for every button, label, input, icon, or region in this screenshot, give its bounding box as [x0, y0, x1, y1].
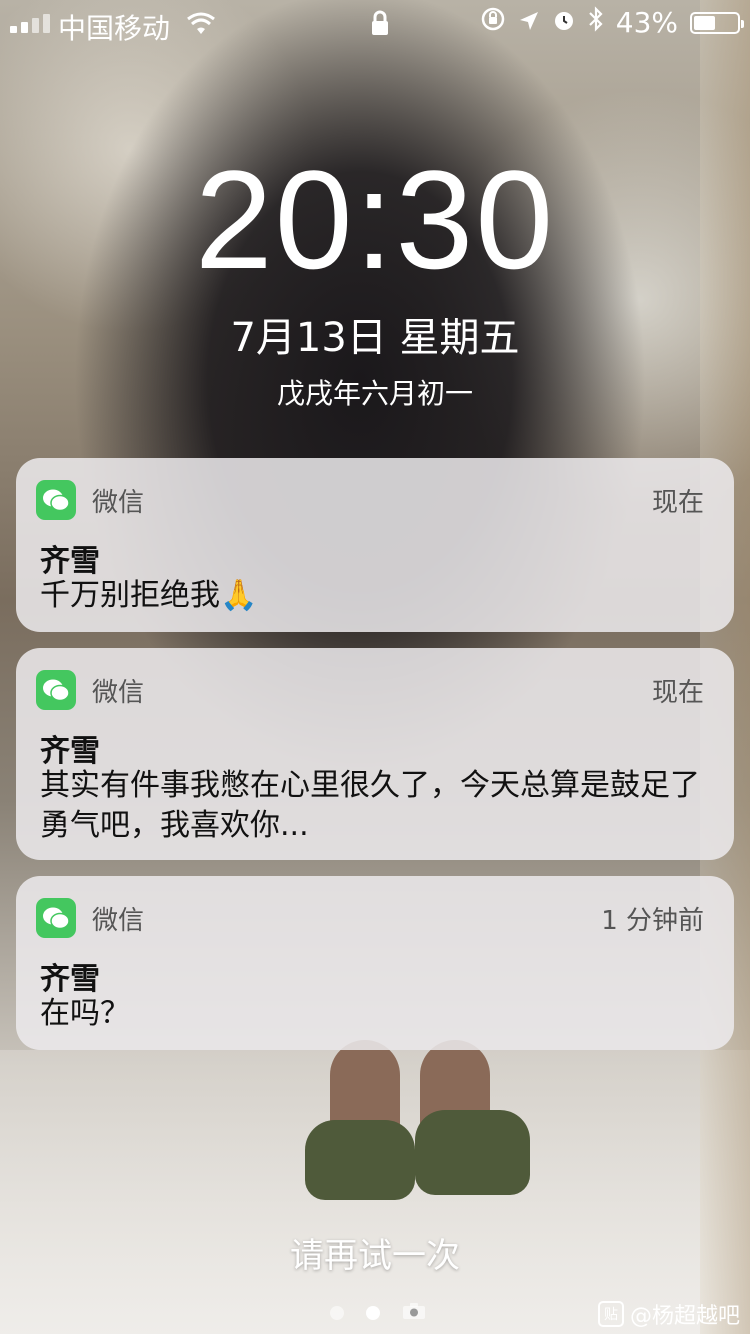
notification-app-name: 微信 — [92, 906, 145, 936]
watermark: 贴 @杨超越吧 — [597, 1298, 740, 1330]
wallpaper-sandal-left — [305, 1120, 415, 1200]
watermark-text: @杨超越吧 — [629, 1304, 740, 1329]
carrier-name: 中国移动 — [58, 12, 171, 45]
orientation-lock-icon — [480, 6, 506, 39]
notification-time: 1 分钟前 — [601, 906, 704, 936]
alarm-icon — [552, 6, 576, 39]
notification-card[interactable]: 微信 1 分钟前 齐雪 在吗？ — [16, 876, 734, 1050]
page-dot-active[interactable] — [366, 1306, 380, 1320]
tieba-logo-icon: 贴 — [597, 1301, 624, 1327]
signal-icon — [10, 14, 50, 33]
notification-sender: 齐雪 — [40, 734, 100, 769]
page-dot[interactable] — [330, 1306, 344, 1320]
notification-sender: 齐雪 — [40, 544, 100, 579]
notification-sender: 齐雪 — [40, 962, 100, 997]
lock-screen-time: 20:30 — [194, 141, 556, 298]
lock-icon — [370, 10, 390, 43]
wechat-icon — [36, 480, 76, 520]
lock-screen-date: 7月13日 星期五 — [230, 315, 520, 361]
wallpaper-sandal-right — [415, 1110, 530, 1195]
status-bar: 中国移动 43% — [0, 0, 750, 50]
wechat-icon — [36, 670, 76, 710]
battery-percent: 43% — [615, 6, 678, 39]
notification-message: 其实有件事我憋在心里很久了，今天总算是鼓足了勇气吧，我喜欢你... — [40, 768, 700, 843]
notification-message: 在吗？ — [40, 996, 130, 1031]
battery-icon — [690, 11, 744, 34]
notification-app-name: 微信 — [92, 488, 145, 518]
notification-card[interactable]: 微信 现在 齐雪 千万别拒绝我🙏 — [16, 458, 734, 632]
bluetooth-icon — [588, 6, 604, 39]
retry-message: 请再试一次 — [290, 1236, 460, 1276]
lunar-date: 戊戌年六月初一 — [276, 377, 473, 410]
notification-card[interactable]: 微信 现在 齐雪 其实有件事我憋在心里很久了，今天总算是鼓足了勇气吧，我喜欢你.… — [16, 648, 734, 860]
notification-time: 现在 — [651, 488, 704, 518]
page-indicator[interactable] — [330, 1302, 426, 1324]
camera-icon[interactable] — [402, 1302, 426, 1324]
notification-app-name: 微信 — [92, 678, 145, 708]
location-icon — [518, 6, 540, 39]
wifi-icon — [186, 10, 216, 43]
notification-message: 千万别拒绝我🙏 — [40, 578, 258, 613]
notification-time: 现在 — [651, 678, 704, 708]
wechat-icon — [36, 898, 76, 938]
